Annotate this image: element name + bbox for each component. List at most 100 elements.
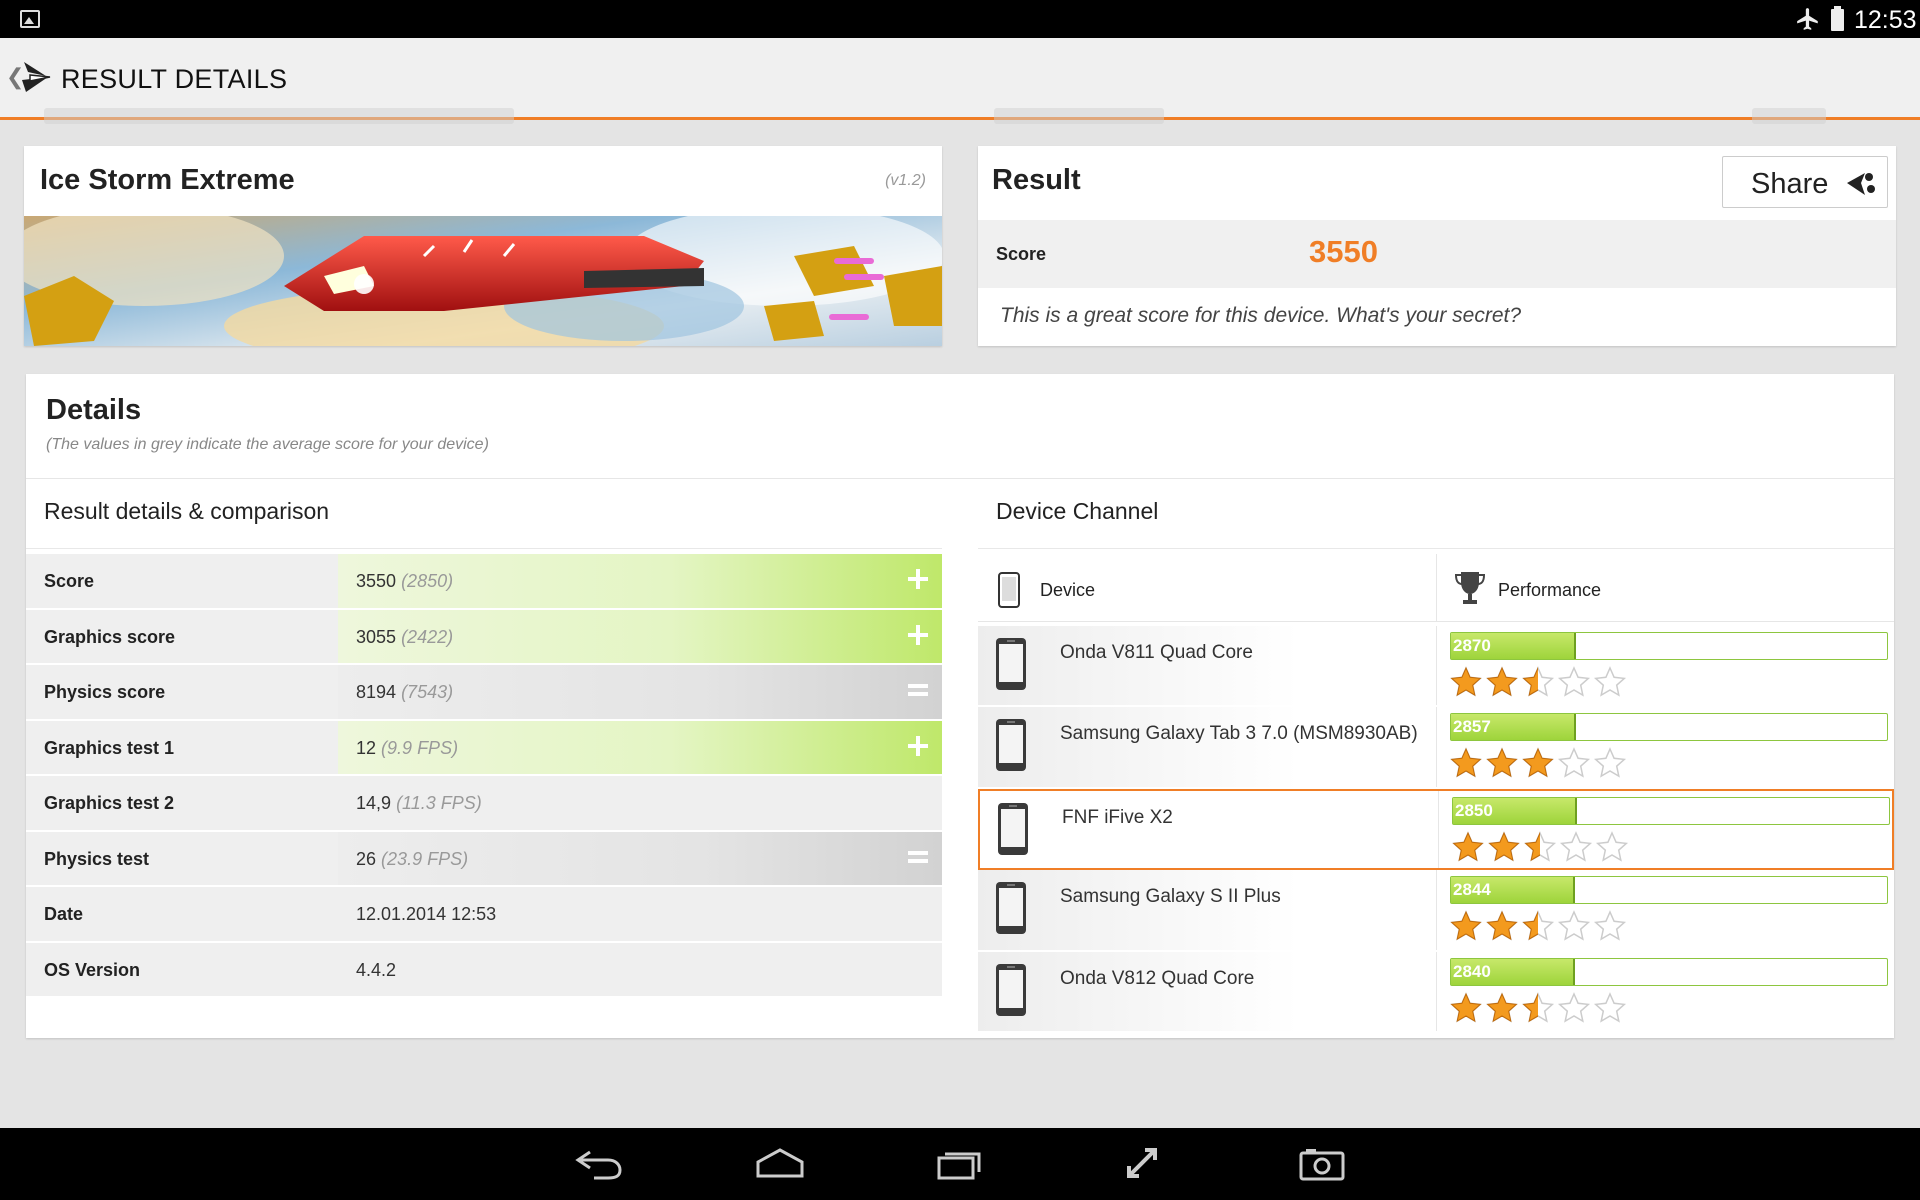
comparison-row: Score 3550 (2850)	[26, 554, 942, 610]
device-phone-icon	[996, 719, 1026, 772]
comparison-label: Graphics score	[44, 626, 176, 647]
phone-icon	[998, 572, 1020, 608]
device-name: FNF iFive X2	[1062, 806, 1173, 828]
comparison-title: Result details & comparison	[44, 498, 330, 524]
star-empty	[1559, 830, 1593, 862]
average-value: (9.9 FPS)	[381, 737, 459, 758]
home-icon[interactable]	[755, 1146, 805, 1182]
device-row[interactable]: Onda V811 Quad Core 2870	[978, 626, 1894, 708]
star-full	[1486, 992, 1518, 1022]
average-value: (11.3 FPS)	[396, 793, 482, 813]
plus-icon	[908, 735, 928, 756]
device-row[interactable]: Samsung Galaxy Tab 3 7.0 (MSM8930AB) 285…	[978, 707, 1894, 789]
divider	[1436, 626, 1437, 706]
comparison-row: Physics test 26 (23.9 FPS)	[26, 831, 942, 887]
comparison-row: Date 12.01.2014 12:53	[26, 887, 942, 943]
star-full	[1488, 831, 1520, 861]
performance-bar: 2850	[1452, 796, 1890, 825]
comparison-label: Graphics test 1	[44, 737, 175, 758]
comparison-value: 4.4.2	[356, 960, 396, 981]
comparison-label: Graphics test 2	[44, 793, 175, 813]
device-phone-icon	[998, 802, 1028, 855]
value-text: 8194	[356, 682, 397, 702]
result-card: Result Share Score 3550 This is a great …	[978, 146, 1896, 346]
equal-icon	[908, 684, 928, 696]
result-score-value: 3550	[1309, 234, 1378, 269]
column-performance-label: Performance	[1498, 580, 1602, 600]
value-text: 12.01.2014 12:53	[356, 904, 497, 924]
plus-icon	[908, 569, 928, 589]
comparison-value: 26 (23.9 FPS)	[356, 849, 468, 870]
comparison-label: Score	[44, 571, 95, 591]
star-empty	[1557, 991, 1591, 1023]
divider	[1436, 707, 1437, 787]
device-row[interactable]: Onda V812 Quad Core 2840	[978, 951, 1894, 1033]
performance-score: 2870	[1453, 636, 1491, 655]
star-empty	[1593, 991, 1627, 1023]
comparison-label: Date	[44, 904, 84, 924]
star-rating	[1450, 910, 1627, 941]
share-icon	[1847, 173, 1875, 195]
recent-apps-icon[interactable]	[936, 1146, 986, 1182]
plus-icon	[908, 624, 928, 645]
comparison-value: 12 (9.9 FPS)	[356, 738, 458, 759]
result-heading: Result	[992, 164, 1081, 196]
comparison-row: Physics score 8194 (7543)	[26, 665, 942, 721]
comparison-label: Physics score	[44, 682, 166, 702]
screenshot-icon[interactable]	[1298, 1146, 1348, 1182]
test-version: (v1.2)	[885, 172, 926, 189]
scroll-ghost-text	[44, 108, 514, 124]
result-comment: This is a great score for this device. W…	[1000, 304, 1522, 327]
result-score-label: Score	[996, 244, 1047, 264]
device-channel-title: Device Channel	[996, 498, 1159, 524]
average-value: (23.9 FPS)	[381, 848, 469, 869]
comparison-label: Physics test	[44, 848, 150, 869]
value-text: 3550	[356, 571, 397, 591]
details-subtitle: (The values in grey indicate the average…	[46, 436, 489, 453]
star-empty	[1595, 830, 1629, 862]
screen-title: RESULT DETAILS	[61, 64, 288, 94]
comparison-value: 3055 (2422)	[356, 627, 453, 648]
divider	[978, 548, 1894, 549]
performance-score: 2850	[1455, 800, 1493, 820]
share-button-label: Share	[1751, 168, 1829, 200]
star-rating	[1450, 991, 1627, 1023]
star-full	[1486, 666, 1518, 697]
star-full	[1450, 910, 1482, 941]
value-text: 14,9	[356, 793, 392, 813]
equal-icon	[908, 850, 928, 863]
fullscreen-icon[interactable]	[1117, 1146, 1167, 1182]
comparison-row: Graphics score 3055 (2422)	[26, 609, 942, 665]
value-text: 3055	[356, 626, 397, 647]
comparison-row: Graphics test 1 12 (9.9 FPS)	[26, 720, 942, 776]
app-logo-icon[interactable]	[20, 60, 52, 94]
performance-score: 2844	[1453, 880, 1491, 900]
performance-score: 2840	[1453, 961, 1491, 981]
scroll-ghost-text	[1752, 108, 1826, 124]
back-icon[interactable]	[574, 1146, 624, 1182]
performance-bar: 2870	[1450, 632, 1888, 660]
performance-bar: 2844	[1450, 876, 1888, 905]
trophy-icon	[1454, 572, 1486, 604]
value-cell-bg	[338, 943, 942, 997]
status-clock: 12:53	[1854, 6, 1917, 34]
device-phone-icon	[996, 963, 1026, 1016]
battery-icon	[1831, 6, 1844, 31]
star-full	[1450, 666, 1482, 697]
star-full	[1522, 748, 1554, 778]
device-row-current[interactable]: FNF iFive X2 2850	[978, 788, 1894, 871]
comparison-label: OS Version	[44, 959, 141, 980]
value-text: 26	[356, 848, 377, 869]
performance-bar: 2857	[1450, 713, 1888, 742]
comparison-row: OS Version 4.4.2	[26, 942, 942, 998]
device-row[interactable]: Samsung Galaxy S II Plus 2844	[978, 870, 1894, 952]
share-button[interactable]: Share	[1722, 156, 1888, 208]
device-name: Samsung Galaxy Tab 3 7.0 (MSM8930AB)	[1060, 723, 1418, 745]
details-panel: Details (The values in grey indicate the…	[26, 374, 1894, 1038]
comparison-value: 14,9 (11.3 FPS)	[356, 793, 482, 814]
divider	[1436, 554, 1437, 622]
device-list: Onda V811 Quad Core 2870 Samsung Galaxy …	[978, 626, 1894, 1033]
device-name: Onda V811 Quad Core	[1060, 642, 1253, 663]
divider	[1436, 951, 1437, 1031]
divider	[1436, 870, 1437, 950]
